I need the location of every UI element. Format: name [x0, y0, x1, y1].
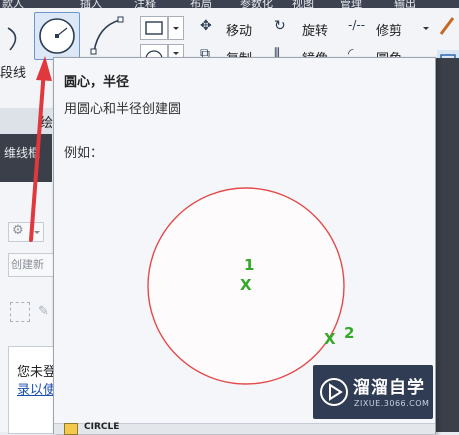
annotation-arrow [29, 56, 52, 242]
